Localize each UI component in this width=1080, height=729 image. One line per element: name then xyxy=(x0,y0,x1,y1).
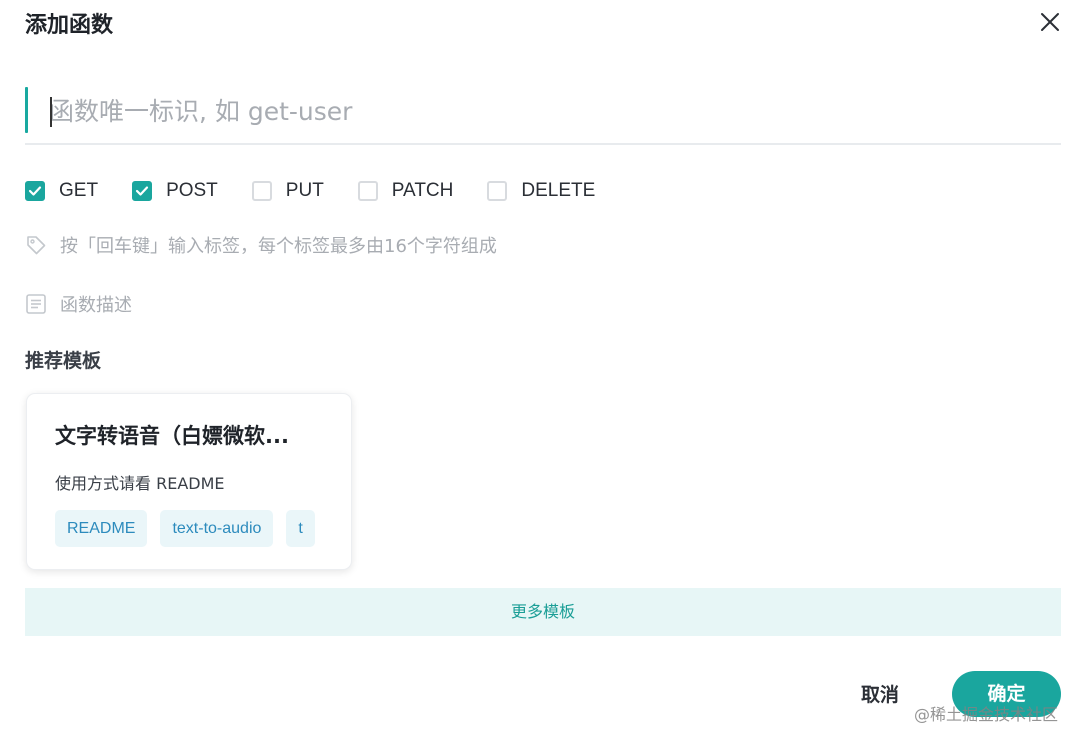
description-hint: 函数描述 xyxy=(60,295,132,316)
method-put-label: PUT xyxy=(285,180,324,201)
method-delete[interactable]: DELETE xyxy=(487,180,595,202)
method-get[interactable]: GET xyxy=(25,180,98,202)
templates-section-title: 推荐模板 xyxy=(25,350,102,372)
http-methods: GET POST PUT PATCH DELETE xyxy=(25,178,629,204)
close-icon xyxy=(1041,13,1059,31)
method-patch[interactable]: PATCH xyxy=(357,180,454,202)
template-card-description: 使用方式请看 README xyxy=(55,474,225,493)
template-card-title: 文字转语音（白嫖微软... xyxy=(55,424,289,448)
method-get-checkbox[interactable] xyxy=(25,181,45,201)
template-tag: text-to-audio xyxy=(160,510,274,547)
tags-input[interactable]: 按「回车键」输入标签，每个标签最多由16个字符组成 xyxy=(25,232,497,258)
function-name-field xyxy=(25,87,1061,145)
template-card-tags: README text-to-audio t xyxy=(55,510,351,548)
method-post-label: POST xyxy=(166,180,218,201)
method-get-label: GET xyxy=(59,180,99,201)
method-delete-checkbox[interactable] xyxy=(487,181,508,201)
input-accent-bar xyxy=(25,87,28,133)
more-templates-button[interactable]: 更多模板 xyxy=(25,588,1061,636)
method-put[interactable]: PUT xyxy=(251,180,324,202)
text-caret xyxy=(50,97,52,127)
method-post[interactable]: POST xyxy=(132,180,218,202)
description-input[interactable]: 函数描述 xyxy=(25,291,132,317)
close-button[interactable] xyxy=(1036,8,1064,36)
function-name-input[interactable] xyxy=(49,89,1029,133)
check-icon xyxy=(135,186,149,196)
tags-hint: 按「回车键」输入标签，每个标签最多由16个字符组成 xyxy=(60,236,497,257)
add-function-dialog: 添加函数 GET POST PUT xyxy=(0,0,1080,729)
dialog-title: 添加函数 xyxy=(25,13,114,38)
tag-icon xyxy=(27,236,46,255)
method-put-checkbox[interactable] xyxy=(251,181,272,201)
check-icon xyxy=(28,186,42,196)
template-card[interactable]: 文字转语音（白嫖微软... 使用方式请看 README README text-… xyxy=(26,393,352,570)
document-icon xyxy=(26,294,46,314)
method-patch-checkbox[interactable] xyxy=(357,181,378,201)
template-tag: t xyxy=(286,510,315,547)
method-patch-label: PATCH xyxy=(391,180,454,201)
method-delete-label: DELETE xyxy=(521,180,596,201)
cancel-button[interactable]: 取消 xyxy=(845,674,915,716)
watermark: @稀土掘金技术社区 xyxy=(914,705,1059,724)
template-tag: README xyxy=(55,510,148,547)
method-post-checkbox[interactable] xyxy=(132,181,153,201)
